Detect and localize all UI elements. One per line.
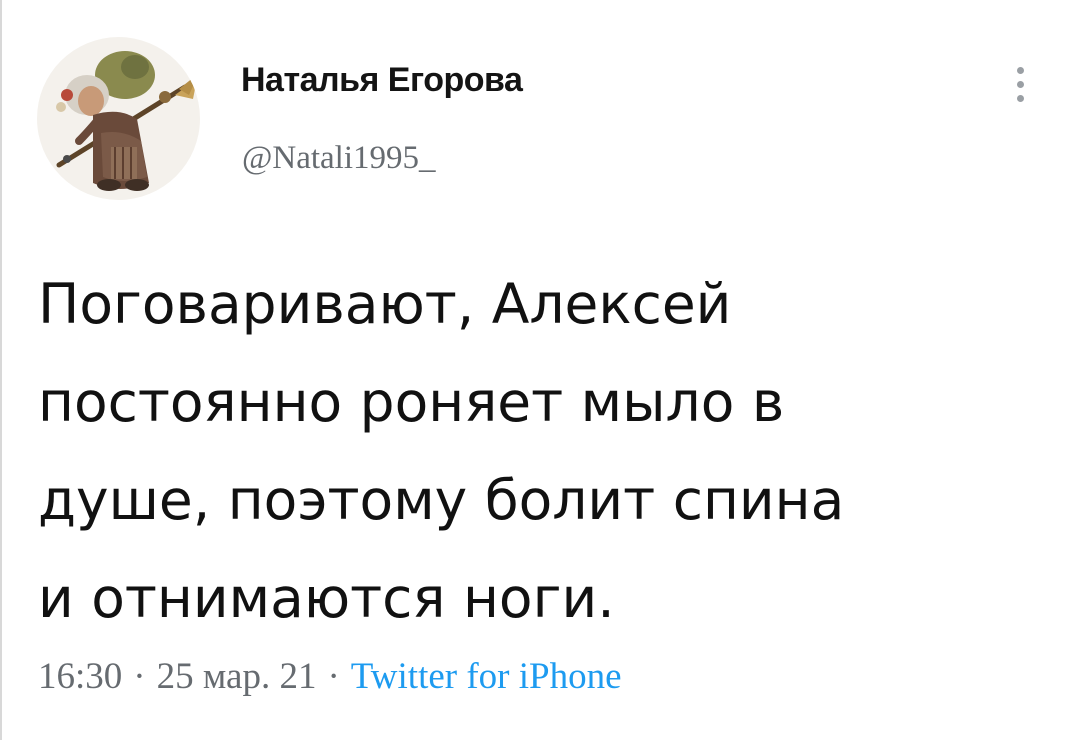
tweet-text: Поговаривают, Алексей постоянно роняет м… xyxy=(38,272,845,630)
meta-separator: · xyxy=(327,656,340,697)
tweet-metadata: 16:30 · 25 мар. 21 · Twitter for iPhone xyxy=(38,655,622,698)
tweet-card: Наталья Егорова @Natali1995_ Поговариваю… xyxy=(0,0,1080,740)
more-options-button[interactable] xyxy=(1005,60,1035,110)
display-name[interactable]: Наталья Егорова xyxy=(241,61,523,100)
tweet-time[interactable]: 16:30 xyxy=(38,656,122,697)
tweet-date[interactable]: 25 мар. 21 xyxy=(157,656,317,697)
witch-avatar-illustration xyxy=(37,37,200,200)
more-vertical-icon-dot xyxy=(1017,95,1024,102)
username-handle[interactable]: @Natali1995_ xyxy=(242,140,436,177)
meta-separator: · xyxy=(133,656,146,697)
left-border xyxy=(0,0,2,740)
avatar[interactable] xyxy=(37,37,200,200)
more-vertical-icon xyxy=(1017,67,1024,74)
more-vertical-icon-dot xyxy=(1017,81,1024,88)
tweet-source-link[interactable]: Twitter for iPhone xyxy=(351,656,622,697)
